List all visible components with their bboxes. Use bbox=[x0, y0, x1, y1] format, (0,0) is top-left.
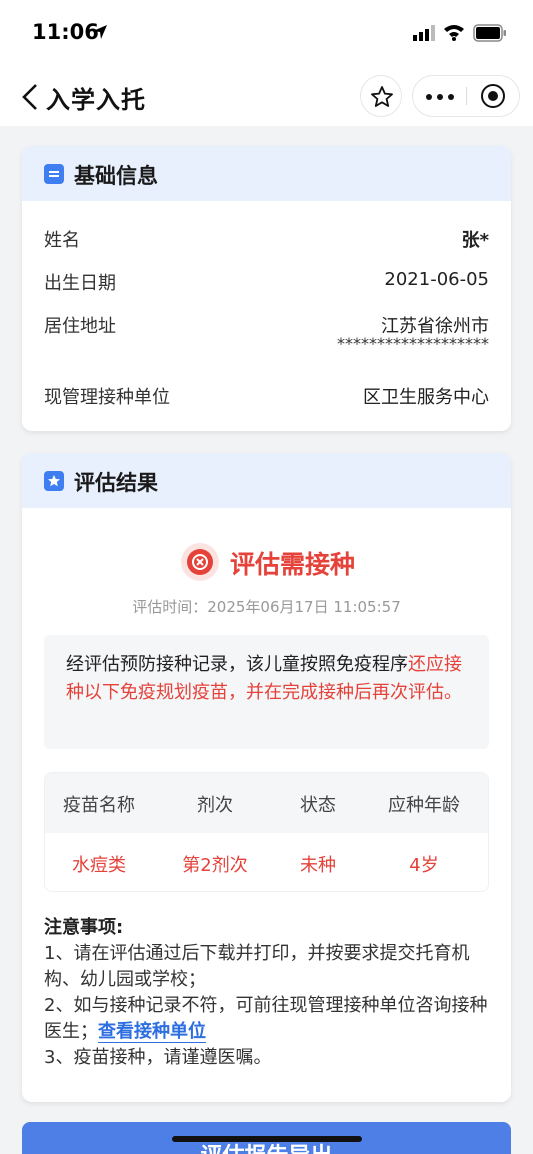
info-row-address: 居住地址 江苏省徐州市 ******************* bbox=[44, 312, 489, 358]
note-item-3: 3、疫苗接种，请谨遵医嘱。 bbox=[44, 1047, 272, 1068]
cellular-signal-icon bbox=[413, 25, 435, 41]
nav-bar: 入学入托 bbox=[0, 66, 533, 126]
column-header: 剂次 bbox=[197, 795, 233, 816]
info-label: 出生日期 bbox=[44, 273, 116, 294]
table-row: 水痘类 第2剂次 未种 4岁 bbox=[45, 833, 488, 891]
info-list-icon bbox=[44, 164, 64, 184]
table-cell: 水痘类 bbox=[72, 855, 126, 876]
dot-icon bbox=[448, 94, 454, 100]
star-icon bbox=[371, 86, 393, 107]
notice-text: 经评估预防接种记录，该儿童按照免疫程序还应接种以下免疫规划疫苗，并在完成接种后再… bbox=[66, 651, 471, 707]
more-button[interactable] bbox=[413, 76, 466, 116]
info-label: 姓名 bbox=[44, 230, 80, 251]
close-dot-icon bbox=[488, 91, 498, 101]
view-vaccination-unit-link[interactable]: 查看接种单位 bbox=[98, 1021, 206, 1043]
home-indicator bbox=[172, 1136, 362, 1142]
battery-icon bbox=[473, 24, 506, 42]
result-status-text: 评估需接种 bbox=[230, 550, 356, 579]
mini-program-capsule bbox=[412, 75, 520, 117]
info-label: 现管理接种单位 bbox=[44, 387, 170, 408]
back-chevron-icon[interactable] bbox=[18, 82, 44, 112]
address-masked: ******************* bbox=[337, 334, 489, 353]
favorite-button[interactable] bbox=[360, 75, 402, 117]
notice-normal: 经评估预防接种记录，该儿童按照免疫程序 bbox=[66, 654, 408, 675]
dot-icon bbox=[437, 94, 443, 100]
close-button[interactable] bbox=[467, 76, 520, 116]
basic-info-title: 基础信息 bbox=[74, 164, 158, 188]
notes-title: 注意事项: bbox=[44, 917, 124, 938]
column-header: 疫苗名称 bbox=[63, 795, 135, 816]
note-item-2: 2、如与接种记录不符，可前往现管理接种单位咨询接种医生；查看接种单位 bbox=[44, 993, 489, 1045]
assessment-card: 评估结果 评估需接种 评估时间：2025年06月17日 11:05:57 经评估… bbox=[22, 453, 511, 1102]
basic-info-header: 基础信息 bbox=[22, 146, 511, 201]
assessment-header: 评估结果 bbox=[22, 453, 511, 508]
page-title: 入学入托 bbox=[46, 86, 146, 114]
location-arrow-icon bbox=[93, 25, 107, 39]
eval-time: 评估时间：2025年06月17日 11:05:57 bbox=[132, 598, 401, 616]
table-cell: 第2剂次 bbox=[182, 855, 248, 876]
note-item-1: 1、请在评估通过后下载并打印，并按要求提交托育机构、幼儿园或学校； bbox=[44, 943, 470, 990]
warning-circle-icon bbox=[181, 543, 219, 581]
dot-icon bbox=[426, 94, 432, 100]
table-cell: 4岁 bbox=[409, 855, 439, 876]
table-cell: 未种 bbox=[300, 855, 336, 876]
info-value: 2021-06-05 bbox=[384, 269, 489, 290]
column-header: 状态 bbox=[300, 795, 336, 816]
status-bar: 11:06 bbox=[0, 0, 533, 66]
notice-box: 经评估预防接种记录，该儿童按照免疫程序还应接种以下免疫规划疫苗，并在完成接种后再… bbox=[44, 635, 489, 749]
notes-section: 注意事项: 1、请在评估通过后下载并打印，并按要求提交托育机构、幼儿园或学校； … bbox=[44, 915, 489, 1071]
star-badge-icon bbox=[44, 471, 64, 491]
top-area: 11:06 入学入托 bbox=[0, 0, 533, 126]
info-label: 居住地址 bbox=[44, 316, 116, 337]
vaccine-table-header: 疫苗名称 剂次 状态 应种年龄 bbox=[45, 773, 488, 833]
info-value: 张* bbox=[461, 230, 489, 251]
status-time: 11:06 bbox=[32, 20, 99, 44]
basic-info-card: 基础信息 姓名 张* 出生日期 2021-06-05 居住地址 江苏省徐州市 *… bbox=[22, 146, 511, 431]
wifi-icon bbox=[444, 25, 464, 41]
vaccine-table: 疫苗名称 剂次 状态 应种年龄 水痘类 第2剂次 未种 4岁 bbox=[44, 772, 489, 892]
result-status: 评估需接种 bbox=[22, 540, 511, 581]
info-value: 区卫生服务中心 bbox=[363, 387, 489, 408]
assessment-title: 评估结果 bbox=[74, 471, 158, 495]
column-header: 应种年龄 bbox=[388, 795, 460, 816]
